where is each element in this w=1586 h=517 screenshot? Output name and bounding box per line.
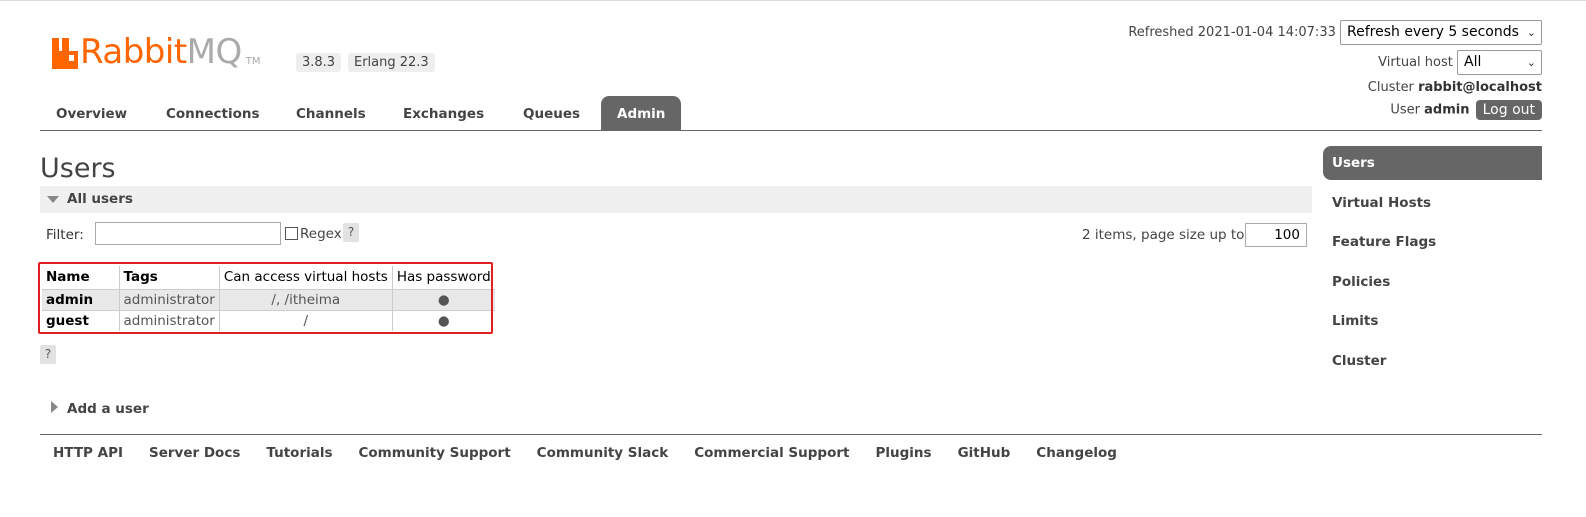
- paging-text: 2 items, page size up to: [1082, 227, 1245, 243]
- footer-link-server-docs[interactable]: Server Docs: [149, 445, 240, 461]
- refresh-row: Refreshed 2021-01-04 14:07:33 Refresh ev…: [1128, 20, 1542, 45]
- regex-checkbox[interactable]: [285, 227, 298, 240]
- triangle-down-icon: [47, 196, 59, 203]
- chevron-down-icon: ⌄: [1526, 26, 1536, 39]
- tab-admin[interactable]: Admin: [601, 96, 682, 130]
- footer-link-commercial-support[interactable]: Commercial Support: [694, 445, 849, 461]
- refreshed-timestamp: Refreshed 2021-01-04 14:07:33: [1128, 25, 1336, 40]
- page-title: Users: [40, 153, 116, 184]
- virtual-host-row: Virtual host All ⌄: [1378, 50, 1542, 75]
- footer-link-github[interactable]: GitHub: [958, 445, 1011, 461]
- logo-text-rabbit: Rabbit: [80, 32, 187, 72]
- sidebar-item-policies[interactable]: Policies: [1323, 265, 1542, 299]
- table-help-button[interactable]: ?: [40, 345, 56, 364]
- footer-link-plugins[interactable]: Plugins: [875, 445, 931, 461]
- footer-links: HTTP API Server Docs Tutorials Community…: [40, 445, 1130, 461]
- footer-link-community-slack[interactable]: Community Slack: [537, 445, 669, 461]
- all-users-label: All users: [67, 191, 133, 207]
- all-users-section-header[interactable]: All users: [40, 186, 1312, 213]
- regex-label: Regex: [300, 226, 342, 242]
- tab-queues[interactable]: Queues: [507, 96, 596, 130]
- version-badge: 3.8.3: [296, 53, 342, 72]
- cluster-label: Cluster: [1367, 80, 1414, 95]
- chevron-down-icon: ⌄: [1526, 56, 1536, 69]
- sidebar-item-virtual-hosts[interactable]: Virtual Hosts: [1323, 186, 1542, 220]
- triangle-right-icon: [51, 401, 58, 413]
- refresh-interval-select[interactable]: Refresh every 5 seconds ⌄: [1340, 20, 1542, 45]
- top-border: [0, 0, 1586, 4]
- rabbitmq-logo-icon: [52, 38, 78, 69]
- tab-channels[interactable]: Channels: [280, 96, 382, 130]
- refresh-interval-value: Refresh every 5 seconds: [1347, 24, 1519, 40]
- logo-text-mq: MQ: [186, 32, 243, 72]
- rabbitmq-logo[interactable]: Rabbit MQ TM: [52, 33, 261, 69]
- footer-divider: [40, 434, 1542, 435]
- virtual-host-select[interactable]: All ⌄: [1457, 50, 1542, 75]
- footer-link-http-api[interactable]: HTTP API: [53, 445, 123, 461]
- page-size-input[interactable]: 100: [1245, 223, 1307, 247]
- logo-trademark: TM: [245, 56, 261, 67]
- virtual-host-value: All: [1464, 54, 1482, 70]
- sidebar-item-limits[interactable]: Limits: [1323, 304, 1542, 338]
- cluster-row: Cluster rabbit@localhost: [1368, 80, 1542, 95]
- tab-connections[interactable]: Connections: [150, 96, 276, 130]
- footer-link-tutorials[interactable]: Tutorials: [266, 445, 332, 461]
- tab-overview[interactable]: Overview: [40, 96, 143, 130]
- virtual-host-label: Virtual host: [1378, 55, 1453, 70]
- filter-label: Filter:: [46, 227, 84, 243]
- footer-link-community-support[interactable]: Community Support: [359, 445, 511, 461]
- sidebar-item-users[interactable]: Users: [1323, 146, 1542, 180]
- highlight-annotation-box: [38, 262, 493, 334]
- filter-help-button[interactable]: ?: [343, 223, 359, 242]
- cluster-name: rabbit@localhost: [1418, 80, 1542, 95]
- tab-exchanges[interactable]: Exchanges: [387, 96, 500, 130]
- admin-sidebar: Users Virtual Hosts Feature Flags Polici…: [1323, 146, 1542, 384]
- add-user-label: Add a user: [67, 401, 149, 417]
- sidebar-item-feature-flags[interactable]: Feature Flags: [1323, 225, 1542, 259]
- sidebar-item-cluster[interactable]: Cluster: [1323, 344, 1542, 378]
- filter-input[interactable]: [95, 222, 281, 245]
- erlang-version-badge: Erlang 22.3: [348, 53, 435, 72]
- footer-link-changelog[interactable]: Changelog: [1036, 445, 1117, 461]
- main-nav-tabs: Overview Connections Channels Exchanges …: [40, 96, 1542, 131]
